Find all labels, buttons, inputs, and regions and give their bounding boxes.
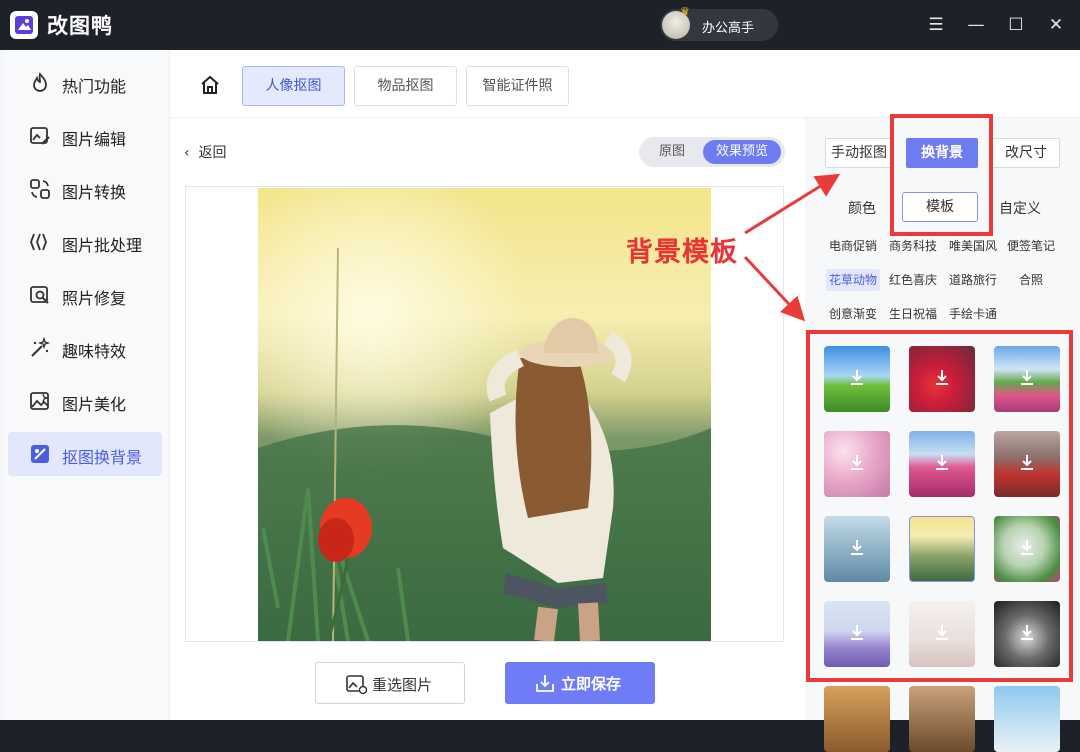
category-guofeng[interactable]: 唯美国风 xyxy=(946,235,1000,257)
back-label: 返回 xyxy=(198,145,227,161)
batch-icon xyxy=(30,233,47,251)
toggle-preview[interactable]: 效果预览 xyxy=(703,140,781,164)
sidebar-item-hot[interactable]: 热门功能 xyxy=(8,61,162,105)
category-travel[interactable]: 道路旅行 xyxy=(946,269,1000,291)
save-button[interactable]: 立即保存 xyxy=(505,662,655,704)
top-tab-bar: 人像抠图 物品抠图 智能证件照 xyxy=(170,50,1080,118)
template-beach[interactable] xyxy=(994,686,1060,752)
sidebar-item-label: 图片编辑 xyxy=(62,130,127,149)
sidebar-item-label: 图片美化 xyxy=(62,395,127,414)
back-button[interactable]: ‹ 返回 xyxy=(184,142,227,162)
category-business[interactable]: 商务科技 xyxy=(886,235,940,257)
tab-object-cutout[interactable]: 物品抠图 xyxy=(354,66,457,106)
tab-portrait-cutout[interactable]: 人像抠图 xyxy=(242,66,345,106)
chevron-left-icon: ‹ xyxy=(184,145,199,161)
template-autumn-leaves[interactable] xyxy=(824,686,890,752)
subtab-custom[interactable]: 自定义 xyxy=(999,198,1041,218)
app-window: 改图鸭 ♛ 办公高手 ☰ — ☐ ✕ 热门功能 图片编辑 图片转换 图片批处理 … xyxy=(0,0,1080,752)
home-icon[interactable] xyxy=(199,74,221,96)
view-toggle: 原图 效果预览 xyxy=(639,137,785,167)
title-bar: 改图鸭 ♛ 办公高手 ☰ — ☐ ✕ xyxy=(0,0,1080,50)
sidebar: 热门功能 图片编辑 图片转换 图片批处理 照片修复 趣味特效 图片美化 抠图换背… xyxy=(5,50,170,720)
sidebar-item-beautify[interactable]: 图片美化 xyxy=(8,379,162,423)
user-account[interactable]: ♛ 办公高手 xyxy=(660,5,778,41)
reselect-image-button[interactable]: 重选图片 xyxy=(315,662,465,704)
highlight-template-grid xyxy=(806,330,1073,682)
template-dog[interactable] xyxy=(909,686,975,752)
sidebar-item-cutout[interactable]: 抠图换背景 xyxy=(8,432,162,476)
sidebar-item-label: 图片批处理 xyxy=(62,236,143,255)
convert-icon xyxy=(30,179,50,199)
mode-manual-cutout[interactable]: 手动抠图 xyxy=(825,138,893,168)
sidebar-item-label: 抠图换背景 xyxy=(62,448,143,467)
sidebar-item-label: 照片修复 xyxy=(62,289,127,308)
annotation-arrows xyxy=(743,173,841,322)
category-cartoon[interactable]: 手绘卡通 xyxy=(946,303,1000,325)
category-birthday[interactable]: 生日祝福 xyxy=(886,303,940,325)
toggle-original[interactable]: 原图 xyxy=(643,140,701,164)
sidebar-item-label: 图片转换 xyxy=(62,183,127,202)
save-label: 立即保存 xyxy=(561,675,622,693)
image-reselect-icon xyxy=(346,675,367,695)
close-icon[interactable]: ✕ xyxy=(1046,14,1066,36)
avatar: ♛ xyxy=(662,5,690,39)
category-notes[interactable]: 便签笔记 xyxy=(1004,235,1058,257)
menu-icon[interactable]: ☰ xyxy=(926,14,946,36)
app-logo-icon xyxy=(10,11,38,39)
tab-id-photo[interactable]: 智能证件照 xyxy=(466,66,569,106)
sidebar-item-label: 热门功能 xyxy=(62,77,127,96)
magic-wand-icon xyxy=(31,337,51,357)
editor-pane: ‹ 返回 原图 效果预览 重选图片 立即保存 xyxy=(170,118,805,720)
sidebar-item-convert[interactable]: 图片转换 xyxy=(8,167,162,211)
app-title: 改图鸭 xyxy=(47,14,113,38)
sidebar-item-repair[interactable]: 照片修复 xyxy=(8,273,162,317)
category-group-photo[interactable]: 合照 xyxy=(1013,269,1049,291)
subtab-color[interactable]: 颜色 xyxy=(848,198,876,218)
flame-icon xyxy=(33,72,47,92)
user-name: 办公高手 xyxy=(702,21,755,36)
cutout-icon xyxy=(31,445,49,463)
category-festive[interactable]: 红色喜庆 xyxy=(886,269,940,291)
beautify-icon xyxy=(30,392,50,410)
sidebar-item-batch[interactable]: 图片批处理 xyxy=(8,220,162,264)
image-edit-icon xyxy=(30,127,50,145)
crown-icon: ♛ xyxy=(680,5,690,18)
sidebar-item-edit[interactable]: 图片编辑 xyxy=(8,114,162,158)
sidebar-item-effects[interactable]: 趣味特效 xyxy=(8,326,162,370)
maximize-icon[interactable]: ☐ xyxy=(1006,14,1026,36)
reselect-label: 重选图片 xyxy=(372,676,433,694)
download-icon xyxy=(536,675,554,692)
mode-resize[interactable]: 改尺寸 xyxy=(992,138,1060,168)
highlight-change-background xyxy=(890,114,993,236)
annotation-label: 背景模板 xyxy=(626,237,738,268)
repair-icon xyxy=(30,286,49,304)
minimize-icon[interactable]: — xyxy=(966,14,986,36)
sidebar-item-label: 趣味特效 xyxy=(62,342,127,361)
